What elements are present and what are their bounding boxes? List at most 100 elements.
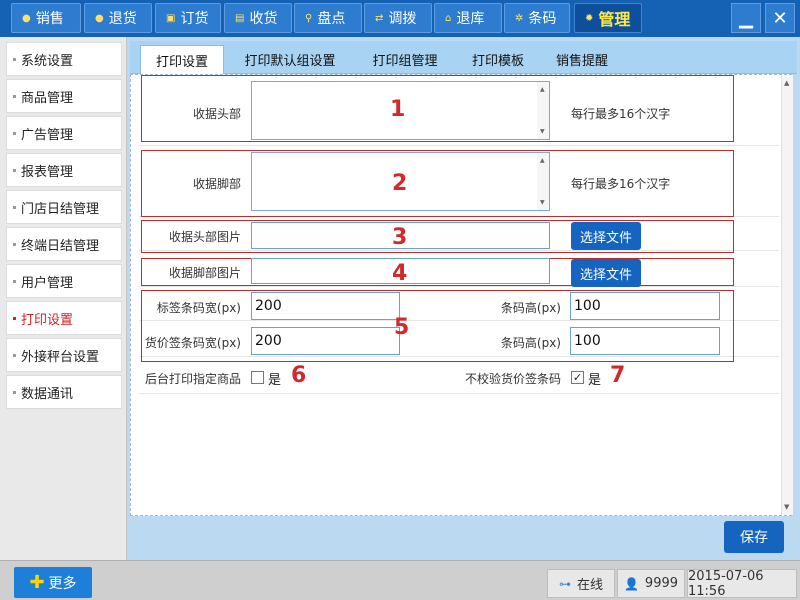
tab-label: 打印设置: [155, 54, 208, 70]
tab-sales-reminder[interactable]: 销售提醒: [544, 45, 620, 74]
print-settings-form: ▲ ▼ 收据头部 ▲ ▼ 1 每行最多16个汉字 收据脚部 ▲ ▼ 2 每行最多16…: [130, 74, 793, 516]
more-button[interactable]: ✚ 更多: [14, 567, 92, 598]
document-icon: ▤: [235, 12, 245, 24]
row-divider: [139, 286, 779, 287]
row-divider: [139, 393, 779, 394]
nav-manage-button[interactable]: ✹ 管理: [574, 3, 642, 33]
tab-bar: 打印设置 打印默认组设置 打印组管理 打印模板 销售提醒: [130, 41, 797, 74]
tab-print-group-management[interactable]: 打印组管理: [358, 45, 452, 74]
user-status: 👤 9999: [617, 569, 685, 598]
tab-print-template[interactable]: 打印模板: [460, 45, 536, 74]
sidebar-item-label: 门店日结管理: [21, 201, 100, 217]
receipt-header-hint: 每行最多16个汉字: [571, 107, 671, 121]
label-barcode-width-input[interactable]: 200: [251, 292, 400, 320]
backend-print-option: 是: [268, 373, 282, 388]
sidebar-item-terminal-closing[interactable]: 终端日结管理: [6, 227, 122, 261]
scroll-up-icon[interactable]: ▲: [540, 86, 545, 93]
label-barcode-width-label: 标签条码宽(px): [156, 301, 241, 315]
more-label: 更多: [48, 575, 77, 592]
nav-return-button[interactable]: ● 退货: [84, 3, 152, 33]
content-scrollbar[interactable]: ▲ ▼: [781, 75, 793, 515]
annotation-marker: 4: [392, 261, 408, 286]
sidebar-item-system-settings[interactable]: 系统设置: [6, 42, 122, 76]
sidebar-item-product-management[interactable]: 商品管理: [6, 79, 122, 113]
bullet-icon: [13, 316, 16, 320]
scroll-down-icon[interactable]: ▼: [540, 199, 545, 206]
tab-label: 打印默认组设置: [244, 54, 336, 69]
minimize-icon: ▁: [739, 7, 753, 29]
sidebar-item-label: 终端日结管理: [21, 238, 100, 254]
bullet-icon: [13, 94, 16, 98]
header-image-choose-file-button[interactable]: 选择文件: [571, 222, 641, 250]
backend-print-label: 后台打印指定商品: [144, 372, 241, 386]
save-button[interactable]: 保存: [724, 521, 784, 553]
scroll-down-icon[interactable]: ▼: [540, 128, 545, 135]
bullet-icon: [13, 242, 16, 246]
nav-label: 盘点: [317, 11, 346, 27]
top-navigation-bar: ● 销售 ● 退货 ▣ 订货 ▤ 收货 ⚲ 盘点 ⇄ 调拨 ⌂ 退库 ✲ 条码 ✹ 管理 ▁ ✕: [0, 0, 800, 37]
price-barcode-height-input[interactable]: 100: [570, 327, 720, 355]
sidebar-item-print-settings[interactable]: 打印设置: [6, 301, 122, 335]
datetime: 2015-07-06 11:56: [688, 568, 764, 599]
sidebar-item-user-management[interactable]: 用户管理: [6, 264, 122, 298]
nav-order-button[interactable]: ▣ 订货: [155, 3, 221, 33]
sidebar-item-scale-settings[interactable]: 外接秤台设置: [6, 338, 122, 372]
label-barcode-height-label: 条码高(px): [500, 301, 561, 315]
nav-label: 条码: [528, 11, 557, 27]
close-button[interactable]: ✕: [765, 3, 795, 33]
nav-label: 收货: [249, 11, 278, 27]
close-icon: ✕: [772, 7, 788, 29]
backend-print-checkbox[interactable]: [251, 371, 264, 384]
scroll-down-icon[interactable]: ▼: [784, 503, 789, 511]
bullet-icon: [13, 353, 16, 357]
home-icon: ⌂: [445, 12, 452, 24]
price-barcode-height-label: 条码高(px): [500, 336, 561, 350]
sidebar-item-label: 数据通讯: [21, 386, 74, 402]
annotation-marker: 1: [390, 97, 406, 122]
sidebar-item-label: 用户管理: [21, 275, 74, 291]
bullet-icon: [13, 390, 16, 394]
sidebar-item-ad-management[interactable]: 广告管理: [6, 116, 122, 150]
annotation-marker: 2: [392, 171, 408, 196]
price-barcode-width-input[interactable]: 200: [251, 327, 400, 355]
label-barcode-height-input[interactable]: 100: [570, 292, 720, 320]
user-icon: 👤: [623, 576, 639, 591]
sidebar-item-data-communication[interactable]: 数据通讯: [6, 375, 122, 409]
circle-minus-icon: ●: [95, 12, 104, 24]
link-icon: ⊶: [558, 576, 571, 591]
footer-image-choose-file-button[interactable]: 选择文件: [571, 259, 641, 287]
textarea-scrollbar[interactable]: ▲ ▼: [537, 82, 549, 139]
nav-barcode-button[interactable]: ✲ 条码: [504, 3, 570, 33]
tab-label: 打印组管理: [372, 54, 438, 69]
bullet-icon: [13, 57, 16, 61]
sidebar-item-store-closing[interactable]: 门店日结管理: [6, 190, 122, 224]
nav-sales-button[interactable]: ● 销售: [11, 3, 81, 33]
scroll-up-icon[interactable]: ▲: [784, 79, 789, 87]
nav-label: 退库: [456, 11, 485, 27]
nav-inventory-button[interactable]: ⚲ 盘点: [294, 3, 362, 33]
nav-label: 销售: [35, 11, 64, 27]
annotation-marker: 5: [394, 315, 410, 340]
tab-default-print-group[interactable]: 打印默认组设置: [230, 45, 350, 74]
nav-receive-button[interactable]: ▤ 收货: [224, 3, 292, 33]
skip-price-check-checkbox[interactable]: ✓: [571, 371, 584, 384]
receipt-footer-label: 收据脚部: [192, 177, 241, 191]
sidebar-item-label: 广告管理: [21, 127, 74, 143]
nav-transfer-button[interactable]: ⇄ 调拨: [364, 3, 432, 33]
plus-icon: ✚: [29, 572, 45, 593]
textarea-scrollbar[interactable]: ▲ ▼: [537, 153, 549, 210]
sidebar-item-report-management[interactable]: 报表管理: [6, 153, 122, 187]
nav-label: 管理: [598, 10, 631, 29]
nav-stock-return-button[interactable]: ⌂ 退库: [434, 3, 502, 33]
scroll-up-icon[interactable]: ▲: [540, 157, 545, 164]
bullet-icon: [13, 205, 16, 209]
gear-icon: ✹: [585, 12, 594, 24]
annotation-marker: 6: [291, 363, 307, 388]
skip-price-check-option: 是: [588, 373, 602, 388]
sidebar: 系统设置 商品管理 广告管理 报表管理 门店日结管理 终端日结管理 用户管理 打…: [0, 37, 127, 560]
minimize-button[interactable]: ▁: [731, 3, 761, 33]
tab-print-settings[interactable]: 打印设置: [140, 45, 224, 74]
skip-price-check-label: 不校验货价签条码: [464, 372, 561, 386]
nav-label: 退货: [108, 11, 137, 27]
online-status: ⊶ 在线: [547, 569, 615, 598]
